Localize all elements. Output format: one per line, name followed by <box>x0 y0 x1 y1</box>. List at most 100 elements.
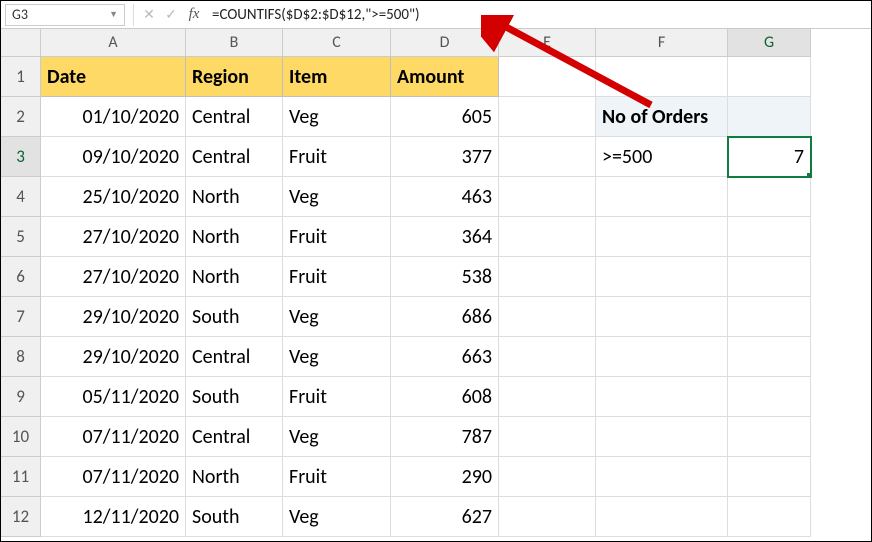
cell-A6[interactable]: 27/10/2020 <box>41 257 186 297</box>
cell-A7[interactable]: 29/10/2020 <box>41 297 186 337</box>
cell-C3[interactable]: Fruit <box>283 137 391 177</box>
cell-C12[interactable]: Veg <box>283 497 391 537</box>
cell-A4[interactable]: 25/10/2020 <box>41 177 186 217</box>
cell-G3[interactable]: 7 <box>728 137 811 177</box>
cell-B1[interactable]: Region <box>186 57 283 97</box>
cell-E10[interactable] <box>499 417 596 457</box>
fx-icon[interactable]: fx <box>182 6 206 23</box>
cell-E11[interactable] <box>499 457 596 497</box>
cell-E7[interactable] <box>499 297 596 337</box>
row-header-1[interactable]: 1 <box>1 57 41 97</box>
cell-B8[interactable]: Central <box>186 337 283 377</box>
cell-D12[interactable]: 627 <box>391 497 499 537</box>
cell-B4[interactable]: North <box>186 177 283 217</box>
cell-E8[interactable] <box>499 337 596 377</box>
column-header-G[interactable]: G <box>728 29 811 57</box>
column-header-F[interactable]: F <box>596 29 728 57</box>
cell-B10[interactable]: Central <box>186 417 283 457</box>
row-header-4[interactable]: 4 <box>1 177 41 217</box>
cell-C11[interactable]: Fruit <box>283 457 391 497</box>
column-header-D[interactable]: D <box>391 29 499 57</box>
cell-B7[interactable]: South <box>186 297 283 337</box>
row-header-9[interactable]: 9 <box>1 377 41 417</box>
cell-F11[interactable] <box>596 457 728 497</box>
cell-G9[interactable] <box>728 377 811 417</box>
cell-F8[interactable] <box>596 337 728 377</box>
cell-G11[interactable] <box>728 457 811 497</box>
row-header-3[interactable]: 3 <box>1 137 41 177</box>
cell-G6[interactable] <box>728 257 811 297</box>
cell-A8[interactable]: 29/10/2020 <box>41 337 186 377</box>
cell-B2[interactable]: Central <box>186 97 283 137</box>
cell-F7[interactable] <box>596 297 728 337</box>
row-header-11[interactable]: 11 <box>1 457 41 497</box>
cell-D1[interactable]: Amount <box>391 57 499 97</box>
cell-E2[interactable] <box>499 97 596 137</box>
cell-D9[interactable]: 608 <box>391 377 499 417</box>
cell-F12[interactable] <box>596 497 728 537</box>
row-header-6[interactable]: 6 <box>1 257 41 297</box>
cell-F2[interactable]: No of Orders <box>596 97 728 137</box>
row-header-10[interactable]: 10 <box>1 417 41 457</box>
cell-E5[interactable] <box>499 217 596 257</box>
cell-B6[interactable]: North <box>186 257 283 297</box>
row-header-7[interactable]: 7 <box>1 297 41 337</box>
row-header-5[interactable]: 5 <box>1 217 41 257</box>
cell-C4[interactable]: Veg <box>283 177 391 217</box>
cell-A10[interactable]: 07/11/2020 <box>41 417 186 457</box>
cell-A5[interactable]: 27/10/2020 <box>41 217 186 257</box>
cell-A1[interactable]: Date <box>41 57 186 97</box>
cell-C9[interactable]: Fruit <box>283 377 391 417</box>
chevron-down-icon[interactable]: ▼ <box>109 9 118 20</box>
cancel-icon[interactable]: ✕ <box>138 6 160 23</box>
cell-C2[interactable]: Veg <box>283 97 391 137</box>
cell-A12[interactable]: 12/11/2020 <box>41 497 186 537</box>
column-header-A[interactable]: A <box>41 29 186 57</box>
cell-D5[interactable]: 364 <box>391 217 499 257</box>
cell-F4[interactable] <box>596 177 728 217</box>
cell-G5[interactable] <box>728 217 811 257</box>
cell-G1[interactable] <box>728 57 811 97</box>
cell-B9[interactable]: South <box>186 377 283 417</box>
cell-F3[interactable]: >=500 <box>596 137 728 177</box>
cell-E6[interactable] <box>499 257 596 297</box>
formula-input[interactable]: =COUNTIFS($D$2:$D$12,">=500") <box>206 6 871 24</box>
cell-F9[interactable] <box>596 377 728 417</box>
cell-A9[interactable]: 05/11/2020 <box>41 377 186 417</box>
select-all-corner[interactable] <box>1 29 41 57</box>
cell-F6[interactable] <box>596 257 728 297</box>
cell-D3[interactable]: 377 <box>391 137 499 177</box>
cell-E12[interactable] <box>499 497 596 537</box>
cell-C8[interactable]: Veg <box>283 337 391 377</box>
column-header-C[interactable]: C <box>283 29 391 57</box>
confirm-icon[interactable]: ✓ <box>160 6 182 23</box>
cell-D10[interactable]: 787 <box>391 417 499 457</box>
cell-D11[interactable]: 290 <box>391 457 499 497</box>
cell-D8[interactable]: 663 <box>391 337 499 377</box>
cell-C1[interactable]: Item <box>283 57 391 97</box>
cell-D2[interactable]: 605 <box>391 97 499 137</box>
cell-G2[interactable] <box>728 97 811 137</box>
cell-B5[interactable]: North <box>186 217 283 257</box>
cell-C6[interactable]: Fruit <box>283 257 391 297</box>
cell-G10[interactable] <box>728 417 811 457</box>
cell-A11[interactable]: 07/11/2020 <box>41 457 186 497</box>
cell-C5[interactable]: Fruit <box>283 217 391 257</box>
cell-D4[interactable]: 463 <box>391 177 499 217</box>
cell-E4[interactable] <box>499 177 596 217</box>
cell-E1[interactable] <box>499 57 596 97</box>
cell-D7[interactable]: 686 <box>391 297 499 337</box>
column-header-B[interactable]: B <box>186 29 283 57</box>
cell-E9[interactable] <box>499 377 596 417</box>
cell-F5[interactable] <box>596 217 728 257</box>
cell-D6[interactable]: 538 <box>391 257 499 297</box>
cell-A3[interactable]: 09/10/2020 <box>41 137 186 177</box>
name-box[interactable]: G3 ▼ <box>5 4 125 26</box>
cell-F1[interactable] <box>596 57 728 97</box>
cell-F10[interactable] <box>596 417 728 457</box>
cell-B11[interactable]: North <box>186 457 283 497</box>
row-header-8[interactable]: 8 <box>1 337 41 377</box>
cell-G12[interactable] <box>728 497 811 537</box>
cell-E3[interactable] <box>499 137 596 177</box>
cell-G8[interactable] <box>728 337 811 377</box>
